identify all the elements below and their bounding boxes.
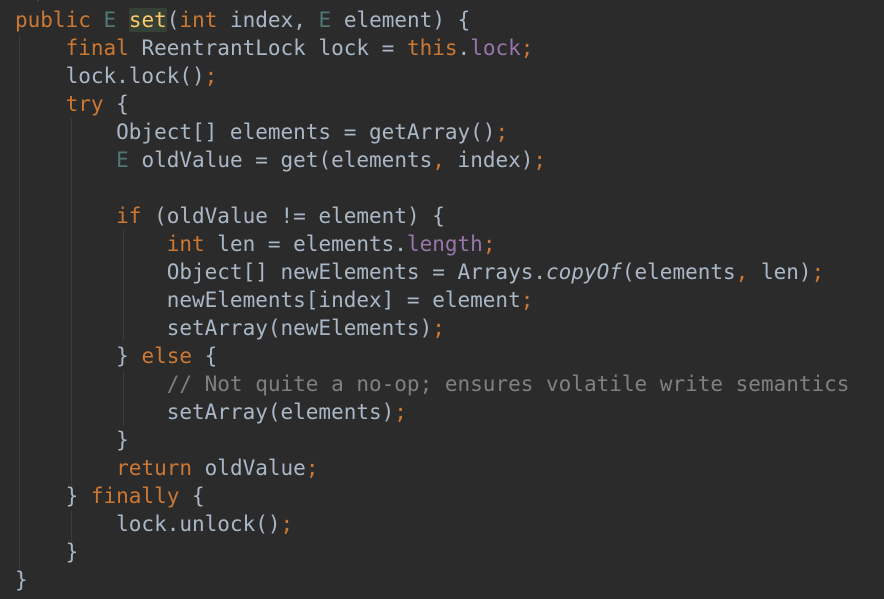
code-token: ;: [305, 456, 319, 480]
code-line[interactable]: // Not quite a no-op; ensures volatile w…: [15, 370, 850, 398]
code-token: .: [457, 36, 471, 60]
code-token: ;: [204, 64, 218, 88]
code-token: try: [65, 92, 104, 116]
code-token: setArray(newElements): [15, 316, 433, 340]
code-token: lock.lock(): [15, 64, 205, 88]
code-line[interactable]: int len = elements.length;: [15, 230, 496, 258]
code-token: newElements[index] = element: [15, 288, 521, 312]
code-token: return: [116, 456, 193, 480]
code-line[interactable]: }: [15, 426, 129, 454]
code-token: }: [15, 568, 28, 592]
code-token: final: [65, 36, 129, 60]
code-token: ,: [432, 148, 445, 172]
code-token: oldValue: [192, 456, 306, 480]
code-line[interactable]: } else {: [15, 342, 217, 370]
code-token: index,: [217, 8, 319, 32]
code-token: }: [15, 540, 79, 564]
code-token: ;: [495, 120, 509, 144]
code-token: ;: [533, 148, 547, 172]
code-line[interactable]: }: [15, 566, 28, 594]
code-token: {: [103, 92, 129, 116]
code-line[interactable]: if (oldValue != element) {: [15, 202, 445, 230]
code-token: length: [406, 232, 483, 256]
code-token: ;: [520, 288, 534, 312]
code-line[interactable]: try {: [15, 90, 129, 118]
code-token: E: [103, 8, 117, 32]
code-line[interactable]: } finally {: [15, 482, 205, 510]
code-token: E: [116, 148, 129, 172]
code-token: ;: [280, 512, 294, 536]
code-token: ;: [482, 232, 496, 256]
code-line[interactable]: E oldValue = get(elements, index);: [15, 146, 546, 174]
code-token: ;: [394, 400, 407, 424]
code-token: }: [15, 484, 91, 508]
code-token: finally: [90, 484, 180, 508]
code-token: len): [748, 260, 812, 284]
code-token: (oldValue != element) {: [141, 204, 445, 228]
code-token: Object[] elements = getArray(): [15, 120, 496, 144]
code-token: ;: [432, 316, 445, 340]
code-token: ReentrantLock lock =: [128, 36, 407, 60]
code-token: setArray(elements): [15, 400, 395, 424]
code-token: ;: [520, 36, 534, 60]
scrolled-off-fragment: */: [28, 0, 45, 4]
code-token: oldValue = get(elements: [128, 148, 433, 172]
code-line[interactable]: public E set(int index, E element) {: [15, 6, 470, 34]
code-token: (elements: [621, 260, 736, 284]
code-token: len = elements.: [204, 232, 407, 256]
code-token: E: [318, 8, 332, 32]
code-line[interactable]: setArray(newElements);: [15, 314, 445, 342]
code-line[interactable]: final ReentrantLock lock = this.lock;: [15, 34, 534, 62]
code-token: if: [116, 204, 142, 228]
code-token: int: [179, 8, 218, 32]
code-line[interactable]: return oldValue;: [15, 454, 318, 482]
code-token: index): [444, 148, 534, 172]
code-line[interactable]: Object[] newElements = Arrays.copyOf(ele…: [15, 258, 825, 286]
code-line[interactable]: newElements[index] = element;: [15, 286, 534, 314]
code-token: Object[] newElements = Arrays.: [15, 260, 547, 284]
code-token: int: [166, 232, 205, 256]
code-line[interactable]: lock.unlock();: [15, 510, 293, 538]
code-line[interactable]: lock.lock();: [15, 62, 218, 90]
code-line[interactable]: setArray(elements);: [15, 398, 407, 426]
code-token: }: [15, 344, 142, 368]
code-token: lock.unlock(): [15, 512, 281, 536]
code-token: this: [406, 36, 458, 60]
code-token: copyOf: [546, 260, 622, 284]
code-token: public: [15, 8, 91, 32]
code-token: (: [166, 8, 180, 32]
code-token: {: [179, 484, 205, 508]
code-token: // Not quite a no-op; ensures volatile w…: [166, 372, 850, 396]
code-line[interactable]: }: [15, 538, 79, 566]
code-token: element) {: [331, 8, 471, 32]
code-token: {: [192, 344, 218, 368]
code-token: }: [15, 428, 129, 452]
code-token: set: [128, 8, 167, 32]
code-token: ;: [811, 260, 825, 284]
code-token: ,: [735, 260, 749, 284]
code-editor[interactable]: */ public E set(int index, E element) { …: [0, 0, 884, 599]
code-token: lock: [470, 36, 521, 60]
code-token: else: [141, 344, 193, 368]
code-line[interactable]: Object[] elements = getArray();: [15, 118, 508, 146]
